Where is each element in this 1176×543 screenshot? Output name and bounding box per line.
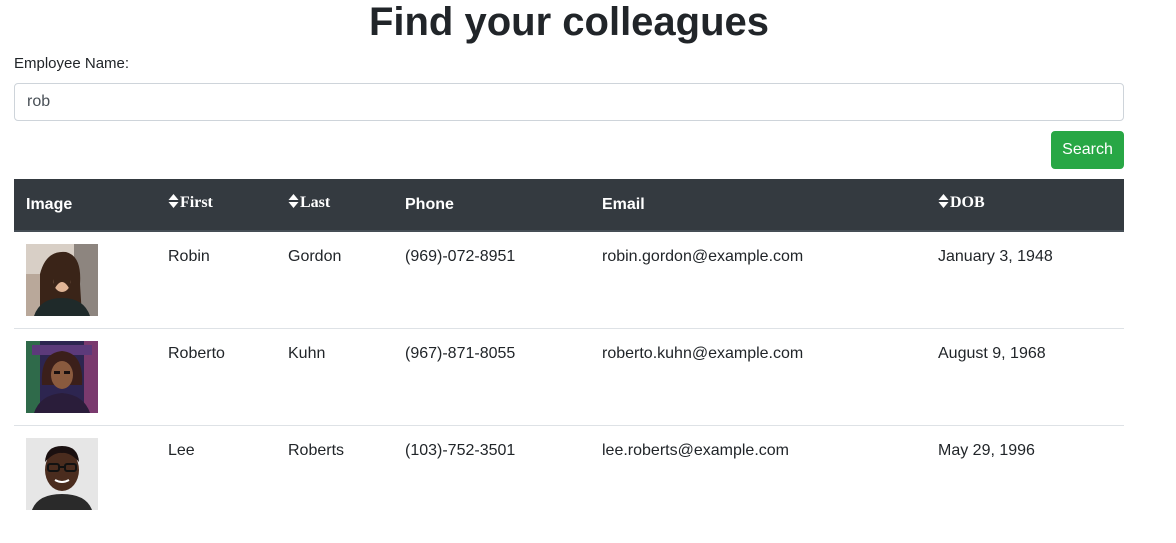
- column-header-first[interactable]: First: [156, 179, 276, 232]
- column-header-phone: Phone: [393, 179, 590, 232]
- page: Find your colleagues Employee Name: Sear…: [0, 0, 1176, 543]
- column-header-dob[interactable]: DOB: [926, 179, 1124, 232]
- column-header-image-label: Image: [26, 195, 73, 213]
- cell-first: Lee: [156, 425, 276, 523]
- table-row: Robin Gordon (969)-072-8951 robin.gordon…: [14, 231, 1124, 329]
- cell-image: [14, 328, 156, 426]
- cell-first: Roberto: [156, 328, 276, 426]
- cell-dob: January 3, 1948: [938, 248, 1053, 265]
- cell-last: Gordon: [288, 248, 342, 265]
- cell-last: Roberts: [276, 425, 393, 523]
- table-header: Image First Last Phone Email DOB: [14, 179, 1124, 232]
- table-row: Lee Roberts (103)-752-3501 lee.roberts@e…: [14, 425, 1124, 523]
- page-title: Find your colleagues: [368, 0, 770, 44]
- cell-email: roberto.kuhn@example.com: [590, 328, 926, 426]
- cell-phone: (969)-072-8951: [405, 248, 516, 265]
- sort-both-icon[interactable]: [288, 193, 299, 208]
- employee-photo-icon: [26, 341, 98, 413]
- column-header-dob-label: DOB: [950, 193, 985, 211]
- column-header-email-label: Email: [602, 195, 645, 213]
- column-header-first-label: First: [180, 193, 213, 211]
- cell-email: robin.gordon@example.com: [602, 248, 804, 265]
- column-header-phone-label: Phone: [405, 195, 454, 213]
- cell-email: lee.roberts@example.com: [590, 425, 926, 523]
- table-header-row: Image First Last Phone Email DOB: [14, 179, 1124, 232]
- search-button[interactable]: Search: [1051, 131, 1124, 169]
- cell-phone: (967)-871-8055: [393, 328, 590, 426]
- cell-dob: August 9, 1968: [926, 328, 1124, 426]
- column-header-last[interactable]: Last: [276, 179, 393, 232]
- sort-both-icon[interactable]: [168, 193, 179, 208]
- column-header-last-label: Last: [300, 193, 331, 211]
- employee-photo-icon: [26, 438, 98, 510]
- employee-table: Image First Last Phone Email DOB Robin G…: [14, 179, 1124, 523]
- employee-photo-icon: [26, 244, 98, 316]
- cell-last: Kuhn: [276, 328, 393, 426]
- column-header-email: Email: [590, 179, 926, 232]
- sort-both-icon[interactable]: [938, 193, 949, 208]
- cell-image: [14, 231, 156, 329]
- employee-name-input[interactable]: [14, 83, 1124, 121]
- column-header-image: Image: [14, 179, 156, 232]
- cell-first: Robin: [168, 248, 210, 265]
- table-row: Roberto Kuhn (967)-871-8055 roberto.kuhn…: [14, 328, 1124, 426]
- cell-image: [14, 425, 156, 523]
- cell-phone: (103)-752-3501: [393, 425, 590, 523]
- cell-dob: May 29, 1996: [926, 425, 1124, 523]
- employee-name-label: Employee Name:: [14, 55, 130, 72]
- table-body: Robin Gordon (969)-072-8951 robin.gordon…: [14, 231, 1124, 523]
